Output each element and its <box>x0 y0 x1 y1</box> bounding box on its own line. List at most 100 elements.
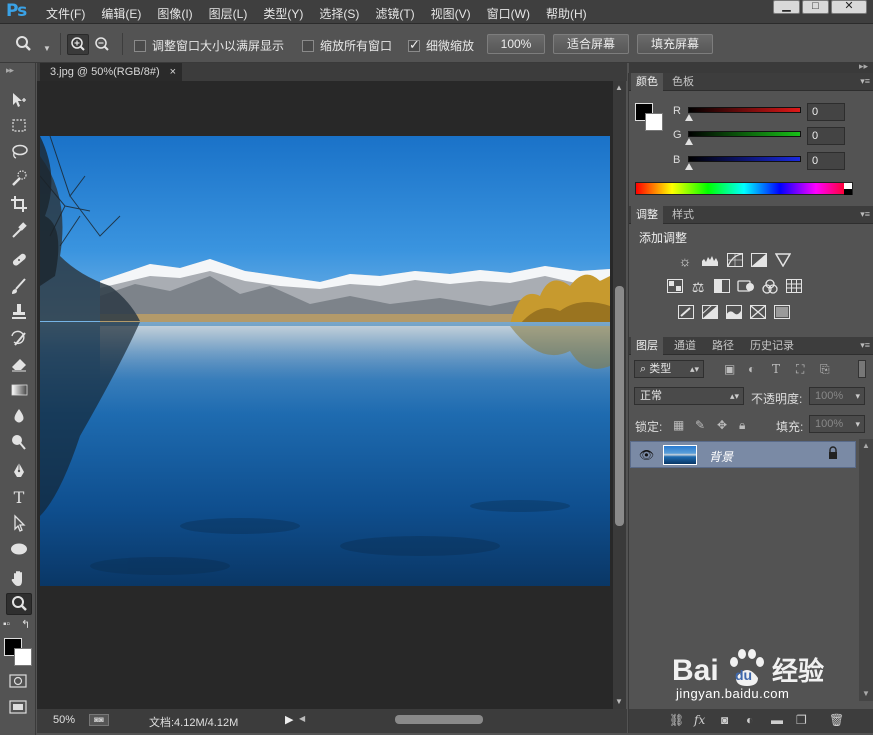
green-slider[interactable]: G 0 <box>673 127 873 151</box>
zoom-tool-preset-icon[interactable] <box>8 25 49 67</box>
gradient-map-icon[interactable] <box>749 305 767 321</box>
vertical-scrollbar[interactable]: ▲ ▼ <box>613 81 626 709</box>
filter-shape-icon[interactable]: ⛶ <box>796 362 804 377</box>
scrubby-zoom-checkbox[interactable] <box>408 37 420 53</box>
exposure-icon[interactable] <box>750 253 768 269</box>
document-tab[interactable]: 3.jpg @ 50%(RGB/8#) × <box>40 63 183 81</box>
default-colors-icon[interactable]: ▪▫ <box>3 619 10 630</box>
type-tool-icon[interactable]: T <box>6 487 32 509</box>
tab-history[interactable]: 历史记录 <box>745 337 799 355</box>
document-tab-close-icon[interactable]: × <box>170 63 176 81</box>
lock-all-icon[interactable]: 🔒︎ <box>739 418 745 433</box>
panel-menu-icon[interactable]: ▾≡ <box>860 340 870 351</box>
selective-color-icon[interactable] <box>773 305 791 321</box>
layer-style-icon[interactable]: fx <box>694 713 705 727</box>
preset-dropdown-icon[interactable]: ▼ <box>43 44 51 53</box>
horizontal-scroll-thumb[interactable] <box>395 715 483 724</box>
dodge-tool-icon[interactable] <box>6 432 32 454</box>
panel-grip-icon[interactable]: ▸▸ <box>6 65 14 76</box>
fill-screen-button[interactable]: 填充屏幕 <box>637 34 713 54</box>
actual-pixels-button[interactable]: 100% <box>487 34 545 54</box>
green-track[interactable] <box>688 131 801 137</box>
hue-saturation-icon[interactable] <box>666 279 684 295</box>
tab-channels[interactable]: 通道 <box>669 337 701 355</box>
horizontal-scrollbar[interactable]: ◀ ▶ <box>299 713 644 726</box>
red-caret[interactable] <box>685 114 693 121</box>
tab-adjustments[interactable]: 调整 <box>631 206 663 224</box>
layer-row[interactable]: 👁︎ 背景 <box>630 441 856 468</box>
opacity-field[interactable]: 100% ▾ <box>809 387 865 405</box>
blue-track[interactable] <box>688 156 801 162</box>
crop-tool-icon[interactable] <box>6 194 32 216</box>
tab-paths[interactable]: 路径 <box>707 337 739 355</box>
background-color-swatch[interactable] <box>14 648 32 666</box>
channel-mixer-icon[interactable] <box>761 279 779 295</box>
move-tool-icon[interactable] <box>6 90 32 112</box>
delete-layer-icon[interactable]: 🗑︎ <box>829 713 844 727</box>
red-track[interactable] <box>688 107 801 113</box>
black-white-icon[interactable] <box>713 279 731 295</box>
red-slider[interactable]: R 0 <box>673 103 873 127</box>
zoom-in-icon[interactable] <box>67 34 89 55</box>
threshold-icon[interactable] <box>725 305 743 321</box>
quick-selection-tool-icon[interactable] <box>6 168 32 190</box>
new-group-icon[interactable]: ▬ <box>771 713 783 727</box>
layer-filter-dropdown[interactable]: ⌕ 类型 ▴▾ <box>634 360 704 378</box>
filter-type-icon[interactable]: T <box>772 362 780 376</box>
blend-mode-dropdown[interactable]: 正常 ▴▾ <box>634 387 744 405</box>
blue-slider[interactable]: B 0 <box>673 152 873 176</box>
tab-swatches[interactable]: 色板 <box>667 73 699 91</box>
marquee-tool-icon[interactable] <box>6 116 32 138</box>
resize-windows-checkbox[interactable] <box>134 39 146 52</box>
visibility-eye-icon[interactable]: 👁︎ <box>639 448 654 462</box>
layer-name[interactable]: 背景 <box>709 448 733 465</box>
scroll-up-icon[interactable]: ▲ <box>862 441 870 450</box>
green-value-field[interactable]: 0 <box>807 127 845 145</box>
menu-select[interactable]: 选择(S) <box>319 5 359 22</box>
clone-stamp-tool-icon[interactable] <box>6 302 32 324</box>
history-brush-tool-icon[interactable] <box>6 328 32 350</box>
swap-colors-icon[interactable]: ↰ <box>21 618 30 631</box>
brush-tool-icon[interactable] <box>6 276 32 298</box>
screen-mode-icon[interactable] <box>9 700 27 717</box>
status-menu-arrow-icon[interactable]: ▶ <box>285 713 293 726</box>
zoom-out-icon[interactable] <box>92 35 112 58</box>
zoom-level[interactable]: 50% <box>53 714 75 726</box>
close-button[interactable]: ✕ <box>831 0 867 14</box>
filter-adjustment-icon[interactable]: ◐ <box>748 362 755 376</box>
hand-tool-icon[interactable] <box>6 568 32 590</box>
pen-tool-icon[interactable] <box>6 461 32 483</box>
panel-background-swatch[interactable] <box>645 113 663 131</box>
blue-value-field[interactable]: 0 <box>807 152 845 170</box>
invert-icon[interactable] <box>677 305 695 321</box>
panel-menu-icon[interactable]: ▾≡ <box>860 76 870 87</box>
posterize-icon[interactable] <box>701 304 719 321</box>
healing-brush-tool-icon[interactable] <box>6 250 32 272</box>
scroll-down-icon[interactable]: ▼ <box>615 697 623 706</box>
add-mask-icon[interactable]: ◙ <box>721 713 728 727</box>
tab-color[interactable]: 颜色 <box>631 73 663 91</box>
menu-view[interactable]: 视图(V) <box>431 5 471 22</box>
scroll-left-icon[interactable]: ◀ <box>299 714 305 723</box>
blur-tool-icon[interactable] <box>6 406 32 428</box>
menu-help[interactable]: 帮助(H) <box>546 5 587 22</box>
green-caret[interactable] <box>685 138 693 145</box>
curves-icon[interactable] <box>726 253 744 269</box>
levels-icon[interactable] <box>701 253 719 269</box>
gradient-tool-icon[interactable] <box>6 380 32 402</box>
zoom-all-option[interactable]: 缩放所有窗口 <box>302 37 392 54</box>
ellipse-tool-icon[interactable] <box>6 539 32 561</box>
blue-caret[interactable] <box>685 163 693 170</box>
path-selection-tool-icon[interactable] <box>6 513 32 535</box>
panel-menu-icon[interactable]: ▾≡ <box>860 209 870 220</box>
scroll-up-icon[interactable]: ▲ <box>615 83 623 92</box>
layer-lock-icon[interactable] <box>827 446 839 463</box>
zoom-all-checkbox[interactable] <box>302 39 314 52</box>
tab-styles[interactable]: 样式 <box>667 206 699 224</box>
canvas-area[interactable] <box>37 81 613 709</box>
color-balance-icon[interactable]: ⚖ <box>689 279 707 295</box>
status-info-icon[interactable]: ◙◙ <box>89 714 109 726</box>
filter-toggle[interactable] <box>858 360 866 378</box>
filter-smart-object-icon[interactable]: ⎘ <box>820 362 830 377</box>
lock-transparent-pixels-icon[interactable]: ▦ <box>673 418 684 432</box>
